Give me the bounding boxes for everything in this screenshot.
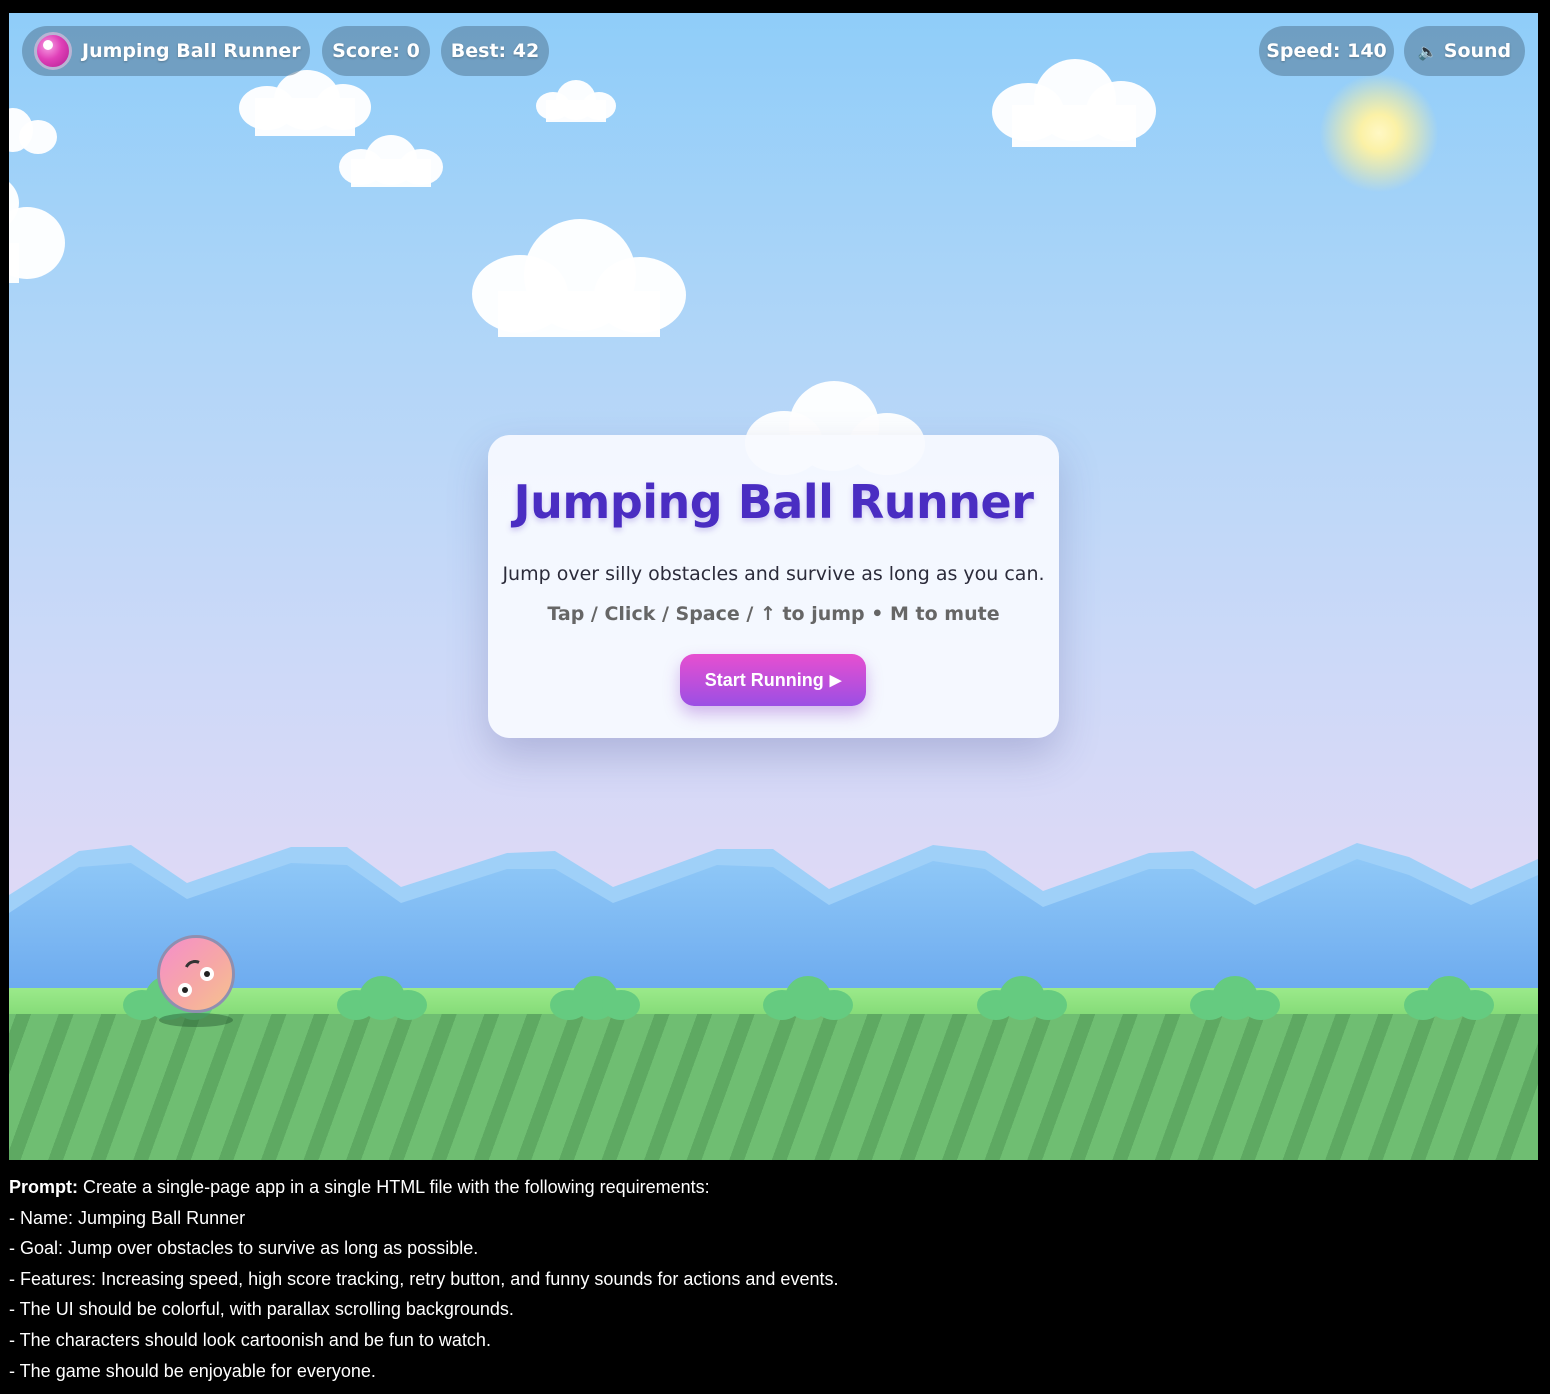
cloud: [239, 68, 371, 138]
panel-description: Jump over silly obstacles and survive as…: [502, 563, 1045, 585]
prompt-label: Prompt:: [9, 1177, 78, 1197]
speed-display: Speed: 140: [1259, 26, 1394, 76]
cloud: [9, 173, 65, 283]
score-display: Score: 0: [322, 26, 430, 76]
cloud: [9, 108, 57, 156]
ground-stripes: [9, 1012, 1538, 1160]
bush: [977, 976, 1067, 1020]
prompt-line: - The characters should look cartoonish …: [9, 1329, 491, 1350]
prompt-line: - Goal: Jump over obstacles to survive a…: [9, 1238, 479, 1259]
best-score-display: Best: 42: [441, 26, 549, 76]
start-running-button[interactable]: Start Running ▶: [680, 654, 866, 706]
cloud: [472, 213, 686, 338]
bush: [550, 976, 640, 1020]
prompt-line: - The UI should be colorful, with parall…: [9, 1299, 514, 1320]
prompt-intro: Prompt: Create a single-page app in a si…: [9, 1177, 710, 1197]
ball-logo-icon: [34, 32, 72, 70]
bush: [1404, 976, 1494, 1020]
prompt-text: Prompt: Create a single-page app in a si…: [9, 1172, 1529, 1386]
prompt-line: - Features: Increasing speed, high score…: [9, 1268, 839, 1289]
prompt-line: - The game should be enjoyable for every…: [9, 1360, 376, 1381]
bush: [337, 976, 427, 1020]
player-eye: [200, 967, 214, 981]
cloud: [339, 131, 443, 189]
bush: [1190, 976, 1280, 1020]
game-title: Jumping Ball Runner: [82, 40, 301, 62]
game-stage[interactable]: Jumping Ball Runner Score: 0 Best: 42 Sp…: [9, 13, 1538, 1160]
game-brand: Jumping Ball Runner: [22, 26, 310, 76]
panel-title: Jumping Ball Runner: [513, 475, 1034, 529]
prompt-line: - Name: Jumping Ball Runner: [9, 1207, 246, 1228]
sound-label: Sound: [1443, 40, 1512, 62]
bush: [763, 976, 853, 1020]
player-eye: [178, 983, 192, 997]
sound-toggle-button[interactable]: 🔈 Sound: [1404, 26, 1525, 76]
player-ball: [157, 935, 235, 1013]
cloud: [992, 55, 1156, 148]
ground: [9, 976, 1538, 1160]
controls-hint: Tap / Click / Space / ↑ to jump • M to m…: [547, 603, 1000, 625]
play-icon: ▶: [829, 672, 842, 689]
speaker-icon: 🔈: [1417, 41, 1438, 61]
cloud: [536, 78, 616, 124]
start-button-label: Start Running: [704, 669, 824, 690]
player-shadow: [159, 1013, 233, 1027]
sun: [1319, 73, 1439, 193]
start-panel: Jumping Ball Runner Jump over silly obst…: [488, 435, 1059, 738]
